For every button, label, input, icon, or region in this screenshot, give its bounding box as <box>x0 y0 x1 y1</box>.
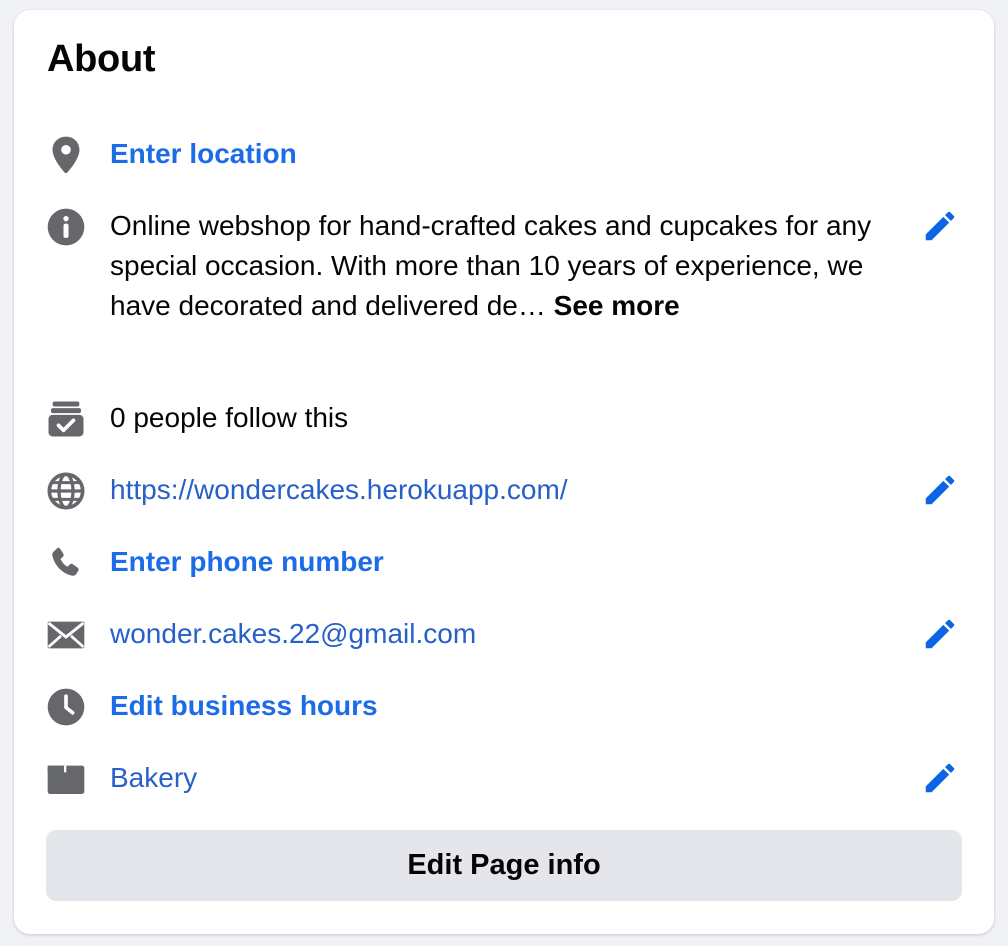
category-link[interactable]: Bakery <box>110 758 197 798</box>
mail-icon <box>45 614 87 656</box>
info-icon <box>45 206 87 248</box>
about-card: About Enter location Online webshop for … <box>14 10 994 934</box>
edit-hours-link[interactable]: Edit business hours <box>110 686 378 726</box>
email-link[interactable]: wonder.cakes.22@gmail.com <box>110 614 476 654</box>
edit-description-pencil-icon[interactable] <box>918 204 962 248</box>
edit-email-pencil-icon[interactable] <box>918 612 962 656</box>
globe-icon <box>45 470 87 512</box>
category-icon <box>45 758 87 800</box>
edit-website-pencil-icon[interactable] <box>918 468 962 512</box>
edit-category-pencil-icon[interactable] <box>918 756 962 800</box>
enter-phone-link[interactable]: Enter phone number <box>110 542 384 582</box>
page-description: Online webshop for hand-crafted cakes an… <box>110 206 880 326</box>
about-title: About <box>47 38 156 80</box>
clock-icon <box>45 686 87 728</box>
phone-icon <box>45 542 87 584</box>
edit-page-info-button[interactable]: Edit Page info <box>46 830 962 901</box>
see-more-link[interactable]: See more <box>554 290 680 321</box>
enter-location-link[interactable]: Enter location <box>110 134 297 174</box>
description-text: Online webshop for hand-crafted cakes an… <box>110 210 872 321</box>
followers-count: 0 people follow this <box>110 402 349 433</box>
website-link[interactable]: https://wondercakes.herokuapp.com/ <box>110 470 568 510</box>
location-pin-icon <box>45 134 87 176</box>
follow-icon <box>45 398 87 440</box>
